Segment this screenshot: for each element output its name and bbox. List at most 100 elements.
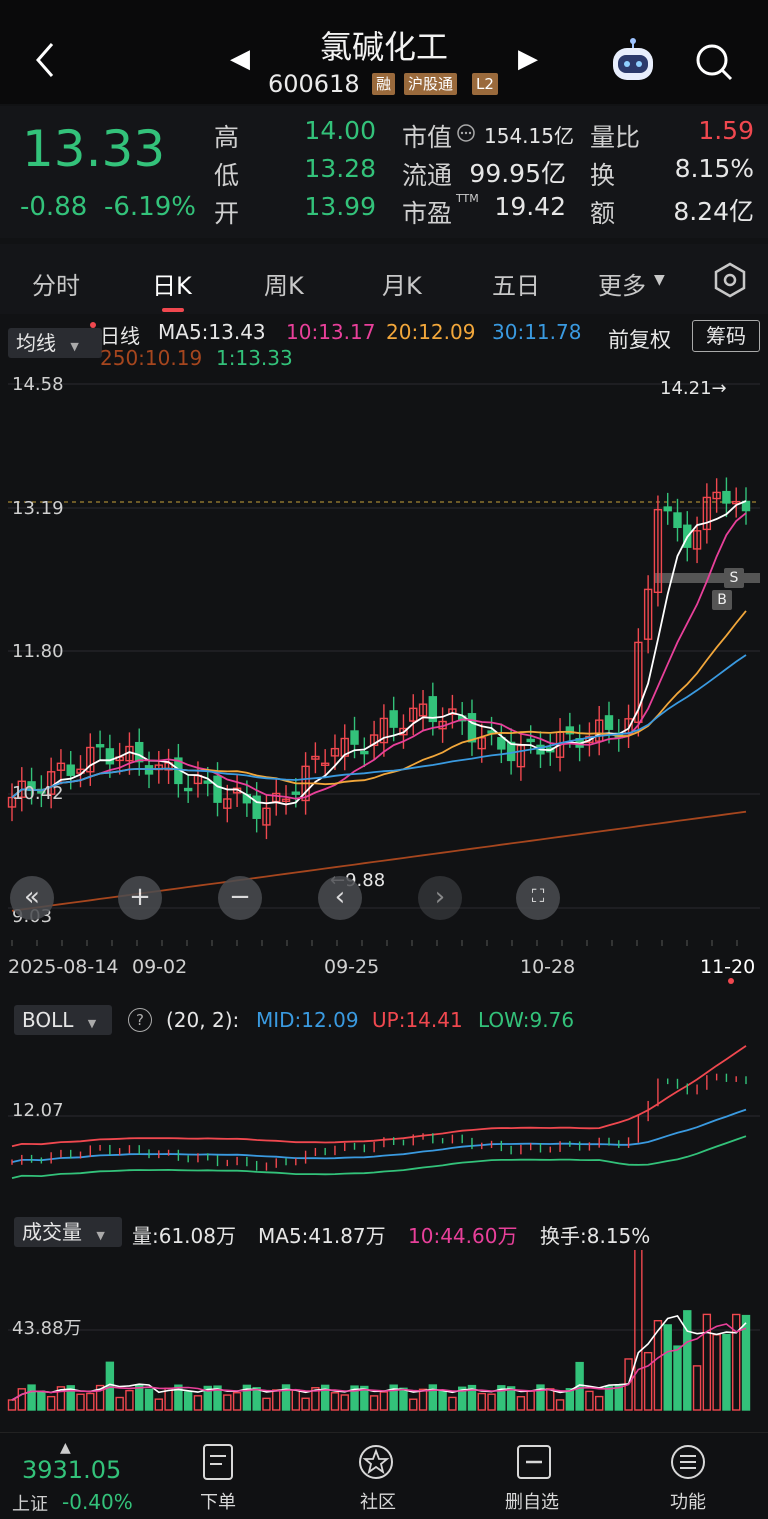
volume-bar <box>369 1395 379 1411</box>
info-icon[interactable] <box>456 123 476 143</box>
candle-body <box>604 715 614 730</box>
stat-label-volume-ratio: 量比 <box>590 123 641 152</box>
volume-bar <box>692 1365 702 1411</box>
sell-marker[interactable]: S <box>724 568 744 588</box>
stat-value-turnover: 8.15% <box>674 154 754 183</box>
volume-bar <box>193 1395 203 1411</box>
volume-bar <box>7 1399 17 1411</box>
boll-low: LOW:9.76 <box>478 1008 575 1032</box>
robot-assistant-icon[interactable] <box>608 38 658 84</box>
candle-body <box>663 506 672 512</box>
volume-bar <box>516 1396 526 1411</box>
volume-select-value: 成交量 <box>22 1220 82 1244</box>
tab-intraday[interactable]: 分时 <box>32 266 80 301</box>
tag-margin: 融 <box>372 73 396 95</box>
volume-select[interactable]: 成交量 ▼ <box>14 1217 122 1247</box>
menu-icon[interactable] <box>668 1442 708 1482</box>
stat-label-turnover: 换 <box>590 161 616 190</box>
stock-code: 600618 <box>268 70 360 98</box>
ma250-value: 250:10.19 <box>100 346 203 370</box>
remove-watchlist-icon[interactable] <box>514 1442 554 1482</box>
boll-up-line <box>11 1045 747 1148</box>
chart-settings-icon[interactable] <box>712 262 748 298</box>
candle-body <box>506 741 516 762</box>
volume-bar <box>585 1390 594 1411</box>
footer-functions[interactable]: 功能 <box>638 1488 738 1514</box>
volume-bar <box>438 1389 447 1411</box>
last-price: 13.33 <box>22 120 166 178</box>
volume-bar <box>595 1395 604 1411</box>
volume-chart[interactable] <box>0 1250 768 1414</box>
date-label-4: 10-28 <box>520 956 576 978</box>
stat-label-pe: 市盈 <box>402 199 453 228</box>
volume-bar <box>683 1310 692 1411</box>
next-stock-icon[interactable]: ▶ <box>518 44 538 74</box>
y-label-2: 13.19 <box>12 498 64 519</box>
chips-button[interactable]: 筹码 <box>692 320 760 352</box>
candle-body <box>66 764 75 776</box>
date-label-1: 2025-08-14 <box>8 956 119 978</box>
prev-icon[interactable]: ‹ <box>318 876 362 920</box>
price-change: -0.88 <box>20 192 88 222</box>
boll-low-line <box>11 1135 747 1179</box>
candle-body <box>95 744 105 748</box>
boll-chart[interactable] <box>0 1036 768 1200</box>
ma5-value: MA5:13.43 <box>158 320 266 344</box>
tab-more[interactable]: 更多 <box>598 266 646 301</box>
volume-bar <box>301 1397 310 1411</box>
search-icon[interactable] <box>694 42 734 82</box>
scroll-left-icon[interactable]: « <box>10 876 54 920</box>
volume-bar <box>46 1395 56 1411</box>
volume-y-label: 43.88万 <box>12 1318 82 1339</box>
volume-bar <box>86 1392 95 1411</box>
tab-five-day[interactable]: 五日 <box>492 266 540 301</box>
candle-body <box>526 738 535 743</box>
indicator-select[interactable]: 均线 ▼ <box>8 328 102 358</box>
zoom-in-icon[interactable]: + <box>118 876 162 920</box>
boll-up: UP:14.41 <box>372 1008 463 1032</box>
volume-bar <box>252 1387 261 1411</box>
volume-ma5: MA5:41.87万 <box>258 1224 386 1248</box>
volume-bar <box>291 1389 301 1411</box>
volume-bar <box>702 1313 712 1411</box>
order-icon[interactable] <box>198 1442 238 1482</box>
volume-value: 量:61.08万 <box>132 1224 236 1248</box>
tab-monthly-k[interactable]: 月K <box>382 266 422 301</box>
footer-remove-watchlist[interactable]: 删自选 <box>482 1488 582 1514</box>
chevron-down-icon: ▼ <box>96 1229 105 1242</box>
index-pct: -0.40% <box>62 1490 133 1514</box>
volume-bar <box>418 1388 428 1411</box>
volume-bar <box>27 1384 36 1411</box>
volume-bar <box>232 1392 242 1411</box>
footer-community[interactable]: 社区 <box>328 1488 428 1514</box>
candle-body <box>291 791 301 795</box>
index-up-icon: ▲ <box>60 1440 71 1456</box>
help-icon[interactable]: ? <box>128 1008 152 1032</box>
tab-daily-k[interactable]: 日K <box>152 266 192 301</box>
next-icon[interactable]: › <box>418 876 462 920</box>
index-value[interactable]: 3931.05 <box>22 1456 121 1484</box>
boll-mid-line <box>11 1108 747 1163</box>
prev-stock-icon[interactable]: ◀ <box>230 44 250 74</box>
candle-body <box>673 512 682 529</box>
buy-marker[interactable]: B <box>712 590 732 610</box>
tag-hk-connect: 沪股通 <box>404 73 458 95</box>
date-label-3: 09-25 <box>324 956 380 978</box>
boll-mid: MID:12.09 <box>256 1008 359 1032</box>
volume-bar <box>379 1391 389 1411</box>
volume-bar <box>448 1396 457 1411</box>
footer-order[interactable]: 下单 <box>168 1488 268 1514</box>
stat-label-high: 高 <box>214 123 240 152</box>
community-icon[interactable] <box>356 1442 396 1482</box>
boll-select[interactable]: BOLL ▼ <box>14 1005 112 1035</box>
tab-weekly-k[interactable]: 周K <box>264 266 304 301</box>
kline-chart[interactable] <box>0 370 768 990</box>
current-date-dot <box>728 978 734 984</box>
ma1-value: 1:13.33 <box>216 346 293 370</box>
fullscreen-icon[interactable]: ⛶ <box>516 876 560 920</box>
stat-value-amount: 8.24亿 <box>673 197 754 226</box>
volume-bar <box>643 1351 653 1411</box>
zoom-out-icon[interactable]: − <box>218 876 262 920</box>
adjust-mode[interactable]: 前复权 <box>608 324 671 354</box>
volume-bar <box>673 1345 682 1411</box>
